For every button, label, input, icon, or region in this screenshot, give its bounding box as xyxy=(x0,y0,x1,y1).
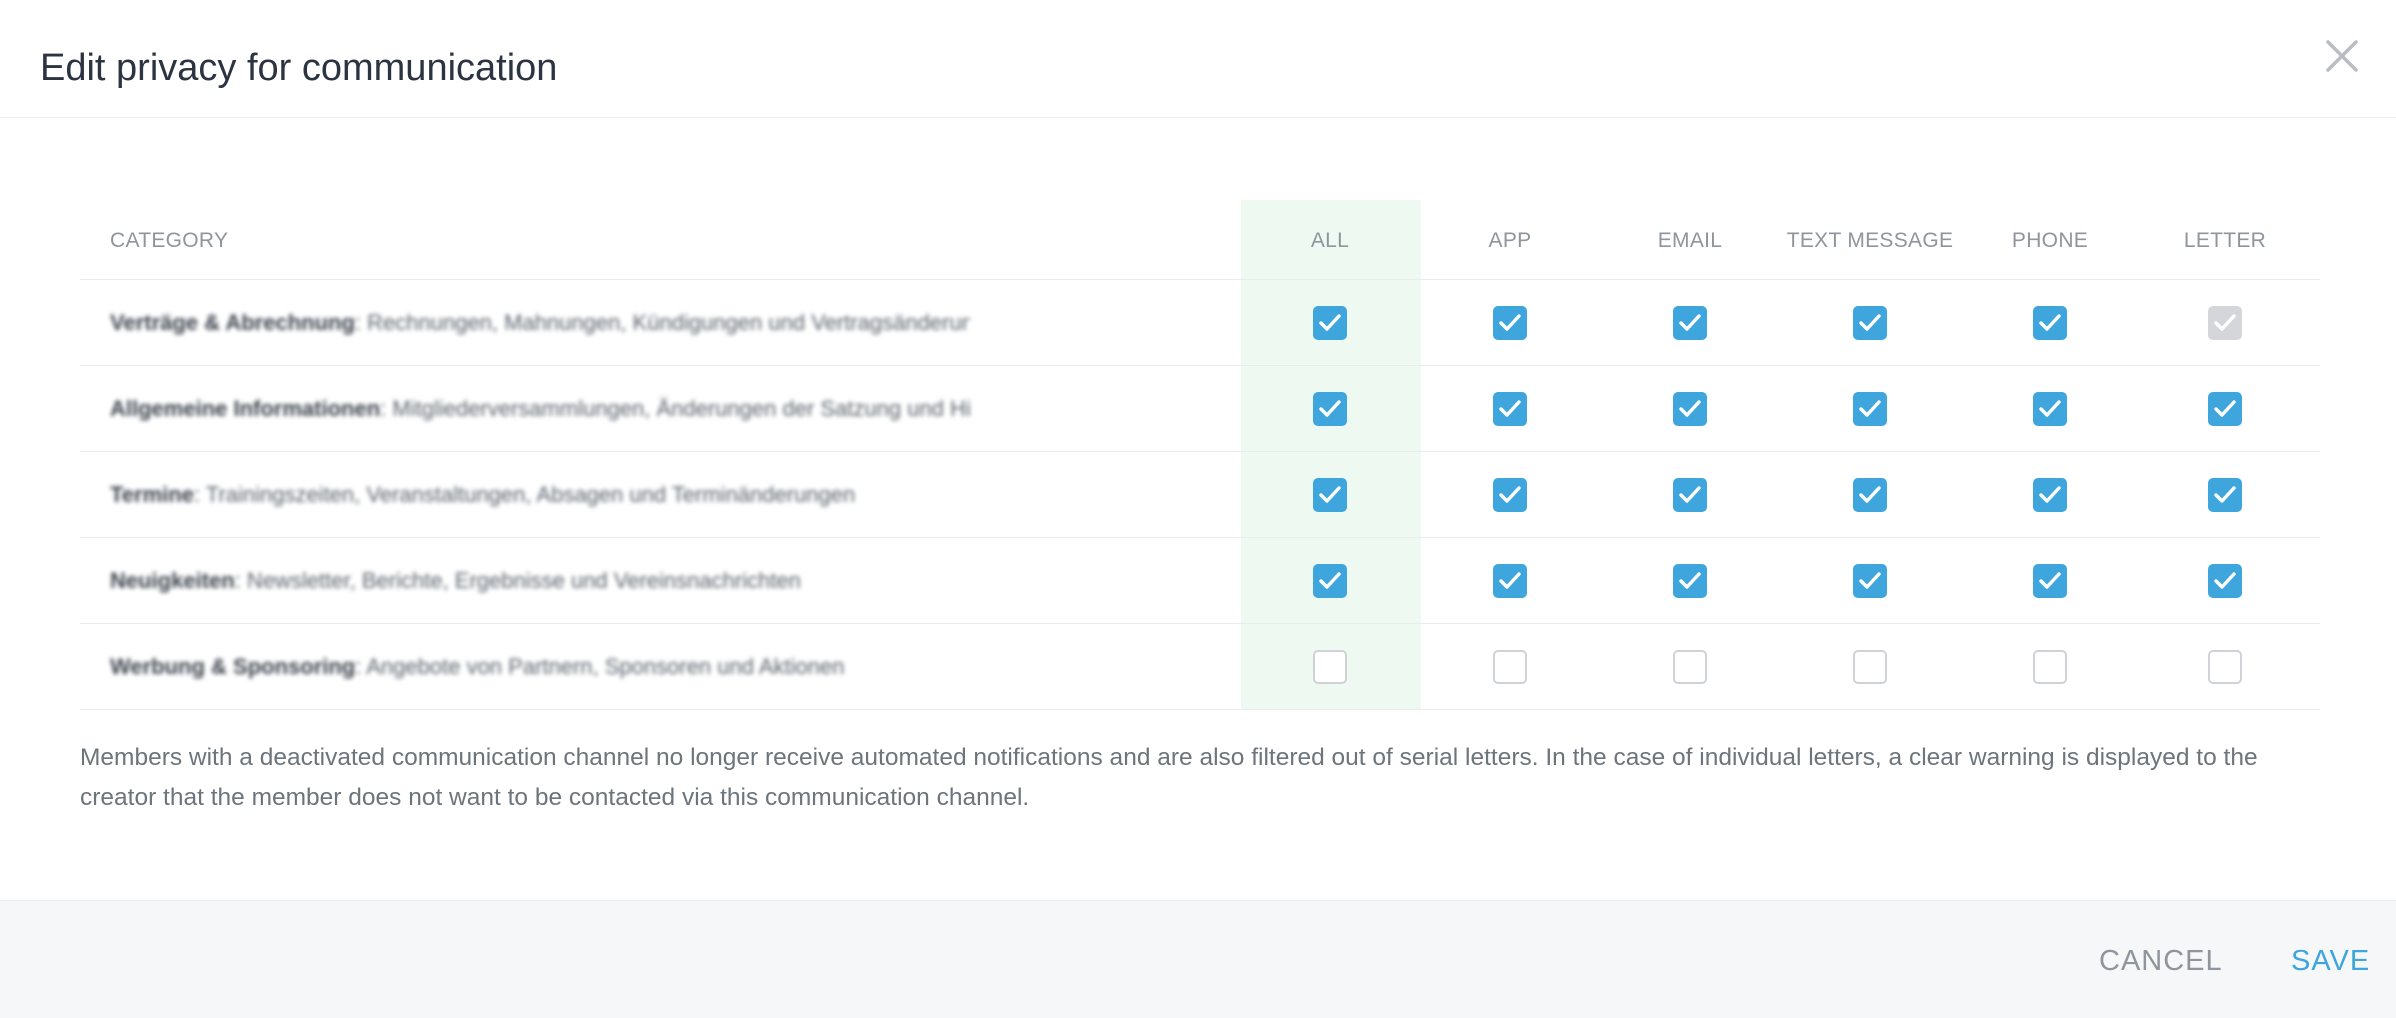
checkbox-phone[interactable] xyxy=(2033,392,2067,426)
checkbox-app[interactable] xyxy=(1493,564,1527,598)
checkbox-all[interactable] xyxy=(1313,306,1347,340)
checkbox-text-message[interactable] xyxy=(1853,650,1887,684)
dialog-header: Edit privacy for communication xyxy=(0,0,2396,118)
category-description: : Rechnungen, Mahnungen, Kündigungen und… xyxy=(354,310,970,335)
checkbox-letter xyxy=(2208,306,2242,340)
checkmark-icon xyxy=(2039,314,2061,331)
column-header-text-message: TEXT MESSAGE xyxy=(1786,229,1954,252)
checkbox-email[interactable] xyxy=(1673,650,1707,684)
checkbox-all[interactable] xyxy=(1313,478,1347,512)
category-label: Allgemeine Informationen: Mitgliedervers… xyxy=(110,396,970,422)
checkbox-text-message[interactable] xyxy=(1853,478,1887,512)
column-header-email: EMAIL xyxy=(1657,229,1723,252)
category-label: Neuigkeiten: Newsletter, Berichte, Ergeb… xyxy=(110,568,970,594)
table-row: Neuigkeiten: Newsletter, Berichte, Ergeb… xyxy=(80,538,2320,624)
cancel-button[interactable]: CANCEL xyxy=(2099,943,2223,979)
checkmark-icon xyxy=(1319,486,1341,503)
category-label: Verträge & Abrechnung: Rechnungen, Mahnu… xyxy=(110,310,970,336)
checkbox-letter[interactable] xyxy=(2208,650,2242,684)
checkbox-text-message[interactable] xyxy=(1853,564,1887,598)
checkbox-all[interactable] xyxy=(1313,392,1347,426)
checkbox-letter[interactable] xyxy=(2208,478,2242,512)
checkmark-icon xyxy=(2039,400,2061,417)
privacy-dialog: Edit privacy for communication CATEGORY … xyxy=(0,0,2396,1018)
close-button[interactable] xyxy=(2322,36,2362,76)
checkbox-letter[interactable] xyxy=(2208,392,2242,426)
checkbox-app[interactable] xyxy=(1493,306,1527,340)
table-row: Verträge & Abrechnung: Rechnungen, Mahnu… xyxy=(80,280,2320,366)
checkbox-email[interactable] xyxy=(1673,306,1707,340)
checkmark-icon xyxy=(1859,486,1881,503)
checkmark-icon xyxy=(2039,486,2061,503)
dialog-title: Edit privacy for communication xyxy=(40,47,558,89)
category-description: : Mitgliederversammlungen, Änderungen de… xyxy=(380,396,970,421)
checkmark-icon xyxy=(1859,572,1881,589)
checkmark-icon xyxy=(1679,400,1701,417)
category-description: : Trainingszeiten, Veranstaltungen, Absa… xyxy=(193,482,856,507)
table-row: Termine: Trainingszeiten, Veranstaltunge… xyxy=(80,452,2320,538)
checkbox-letter[interactable] xyxy=(2208,564,2242,598)
table-header-row: CATEGORY ALL APP EMAIL TEXT MESSAGE PHON… xyxy=(80,200,2320,280)
checkmark-icon xyxy=(1499,572,1521,589)
checkbox-text-message[interactable] xyxy=(1853,306,1887,340)
category-name: Verträge & Abrechnung xyxy=(110,310,355,335)
category-label: Termine: Trainingszeiten, Veranstaltunge… xyxy=(110,482,970,508)
column-header-app: APP xyxy=(1488,229,1532,252)
checkbox-phone[interactable] xyxy=(2033,564,2067,598)
category-name: Termine xyxy=(110,482,194,507)
checkbox-app[interactable] xyxy=(1493,650,1527,684)
category-description: : Newsletter, Berichte, Ergebnisse und V… xyxy=(234,568,801,593)
checkmark-icon xyxy=(1499,486,1521,503)
checkmark-icon xyxy=(2039,572,2061,589)
checkbox-app[interactable] xyxy=(1493,392,1527,426)
checkbox-email[interactable] xyxy=(1673,564,1707,598)
dialog-footer: CANCEL SAVE xyxy=(0,900,2396,1018)
category-name: Allgemeine Informationen xyxy=(110,396,381,421)
checkbox-phone[interactable] xyxy=(2033,478,2067,512)
checkbox-app[interactable] xyxy=(1493,478,1527,512)
close-icon xyxy=(2326,40,2358,72)
checkbox-phone[interactable] xyxy=(2033,306,2067,340)
checkbox-text-message[interactable] xyxy=(1853,392,1887,426)
checkmark-icon xyxy=(2214,572,2236,589)
category-name: Werbung & Sponsoring xyxy=(110,654,356,679)
checkbox-email[interactable] xyxy=(1673,392,1707,426)
checkmark-icon xyxy=(1859,314,1881,331)
table-row: Werbung & Sponsoring: Angebote von Partn… xyxy=(80,624,2320,710)
column-header-phone: PHONE xyxy=(2011,229,2089,252)
checkbox-phone[interactable] xyxy=(2033,650,2067,684)
privacy-note: Members with a deactivated communication… xyxy=(80,744,2258,811)
checkmark-icon xyxy=(1679,314,1701,331)
checkmark-icon xyxy=(1319,400,1341,417)
checkmark-icon xyxy=(1319,314,1341,331)
checkmark-icon xyxy=(1499,400,1521,417)
checkbox-all[interactable] xyxy=(1313,564,1347,598)
column-header-category: CATEGORY xyxy=(110,229,229,252)
category-name: Neuigkeiten xyxy=(110,568,235,593)
checkbox-email[interactable] xyxy=(1673,478,1707,512)
column-header-all: ALL xyxy=(1310,229,1350,252)
checkmark-icon xyxy=(2214,486,2236,503)
checkmark-icon xyxy=(1679,486,1701,503)
category-label: Werbung & Sponsoring: Angebote von Partn… xyxy=(110,654,970,680)
checkmark-icon xyxy=(2214,400,2236,417)
checkmark-icon xyxy=(1679,572,1701,589)
checkmark-icon xyxy=(1499,314,1521,331)
save-button[interactable]: SAVE xyxy=(2291,943,2370,979)
checkmark-icon xyxy=(2214,314,2236,331)
table-row: Allgemeine Informationen: Mitgliedervers… xyxy=(80,366,2320,452)
checkmark-icon xyxy=(1859,400,1881,417)
column-header-letter: LETTER xyxy=(2183,229,2267,252)
category-description: : Angebote von Partnern, Sponsoren und A… xyxy=(355,654,845,679)
checkbox-all[interactable] xyxy=(1313,650,1347,684)
checkmark-icon xyxy=(1319,572,1341,589)
